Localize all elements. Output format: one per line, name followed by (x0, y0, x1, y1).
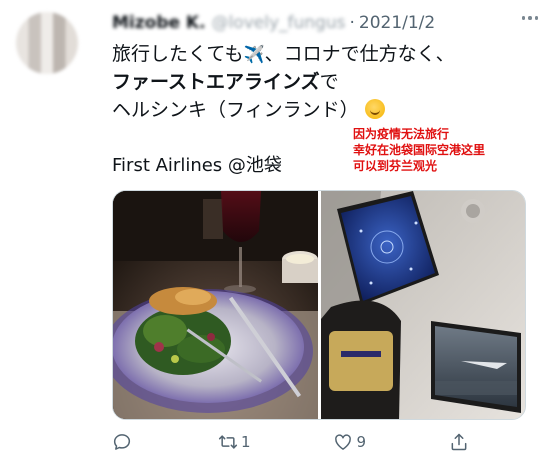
annotation-line-2: 幸好在池袋国际空港这里 (353, 143, 486, 157)
airplane-emoji: ✈️ (243, 45, 265, 65)
tweet-text-line-1: 旅行したくても✈️、コロナで仕方なく、 (112, 40, 542, 68)
red-annotation: 因为疫情无法旅行 幸好在池袋国际空港这里 可以到芬兰观光 (353, 126, 485, 174)
header-separator: · (349, 13, 355, 33)
user-handle[interactable]: @lovely_fungus (212, 12, 346, 34)
retweet-count: 1 (240, 433, 251, 451)
avatar[interactable] (16, 12, 78, 74)
tweet-date[interactable]: 2021/1/2 (359, 12, 435, 34)
photo-cabin[interactable] (321, 191, 525, 419)
display-name[interactable]: Mizobe K. (112, 12, 206, 34)
tweet-text-bold: ファーストエアラインズ (112, 71, 320, 93)
tweet-text-line-1-start: 旅行したくても (112, 43, 244, 65)
share-button[interactable] (449, 432, 472, 452)
tweet-text-line-2-end: で (319, 71, 339, 93)
tweet-actions: 1 9 (112, 432, 472, 452)
share-icon (451, 433, 467, 451)
tweet-card[interactable]: Mizobe K. @lovely_fungus · 2021/1/2 旅行した… (0, 0, 552, 469)
tweet-text-line-3-text: ヘルシンキ（フィンランド） (112, 99, 359, 121)
reply-button[interactable] (112, 432, 135, 452)
tweet-header: Mizobe K. @lovely_fungus · 2021/1/2 (112, 12, 435, 34)
tweet-text-line-2: ファーストエアラインズで (112, 68, 542, 96)
like-icon (335, 434, 352, 450)
more-icon[interactable] (521, 16, 538, 20)
salad-photo-image (113, 191, 318, 419)
smile-emoji (364, 99, 385, 119)
tweet-text-line-3: ヘルシンキ（フィンランド） (112, 96, 542, 124)
retweet-button[interactable]: 1 (218, 432, 251, 452)
cabin-photo-image (321, 191, 525, 419)
reply-icon (113, 434, 131, 450)
tweet-text-line-1-end: 、コロナで仕方なく、 (264, 43, 455, 65)
photo-salad[interactable] (113, 191, 318, 419)
annotation-line-3: 可以到芬兰观光 (353, 159, 438, 173)
annotation-line-1: 因为疫情无法旅行 (353, 127, 450, 141)
tweet-media (112, 190, 526, 420)
like-button[interactable]: 9 (333, 432, 366, 452)
like-count: 9 (356, 433, 367, 451)
retweet-icon (218, 435, 238, 449)
